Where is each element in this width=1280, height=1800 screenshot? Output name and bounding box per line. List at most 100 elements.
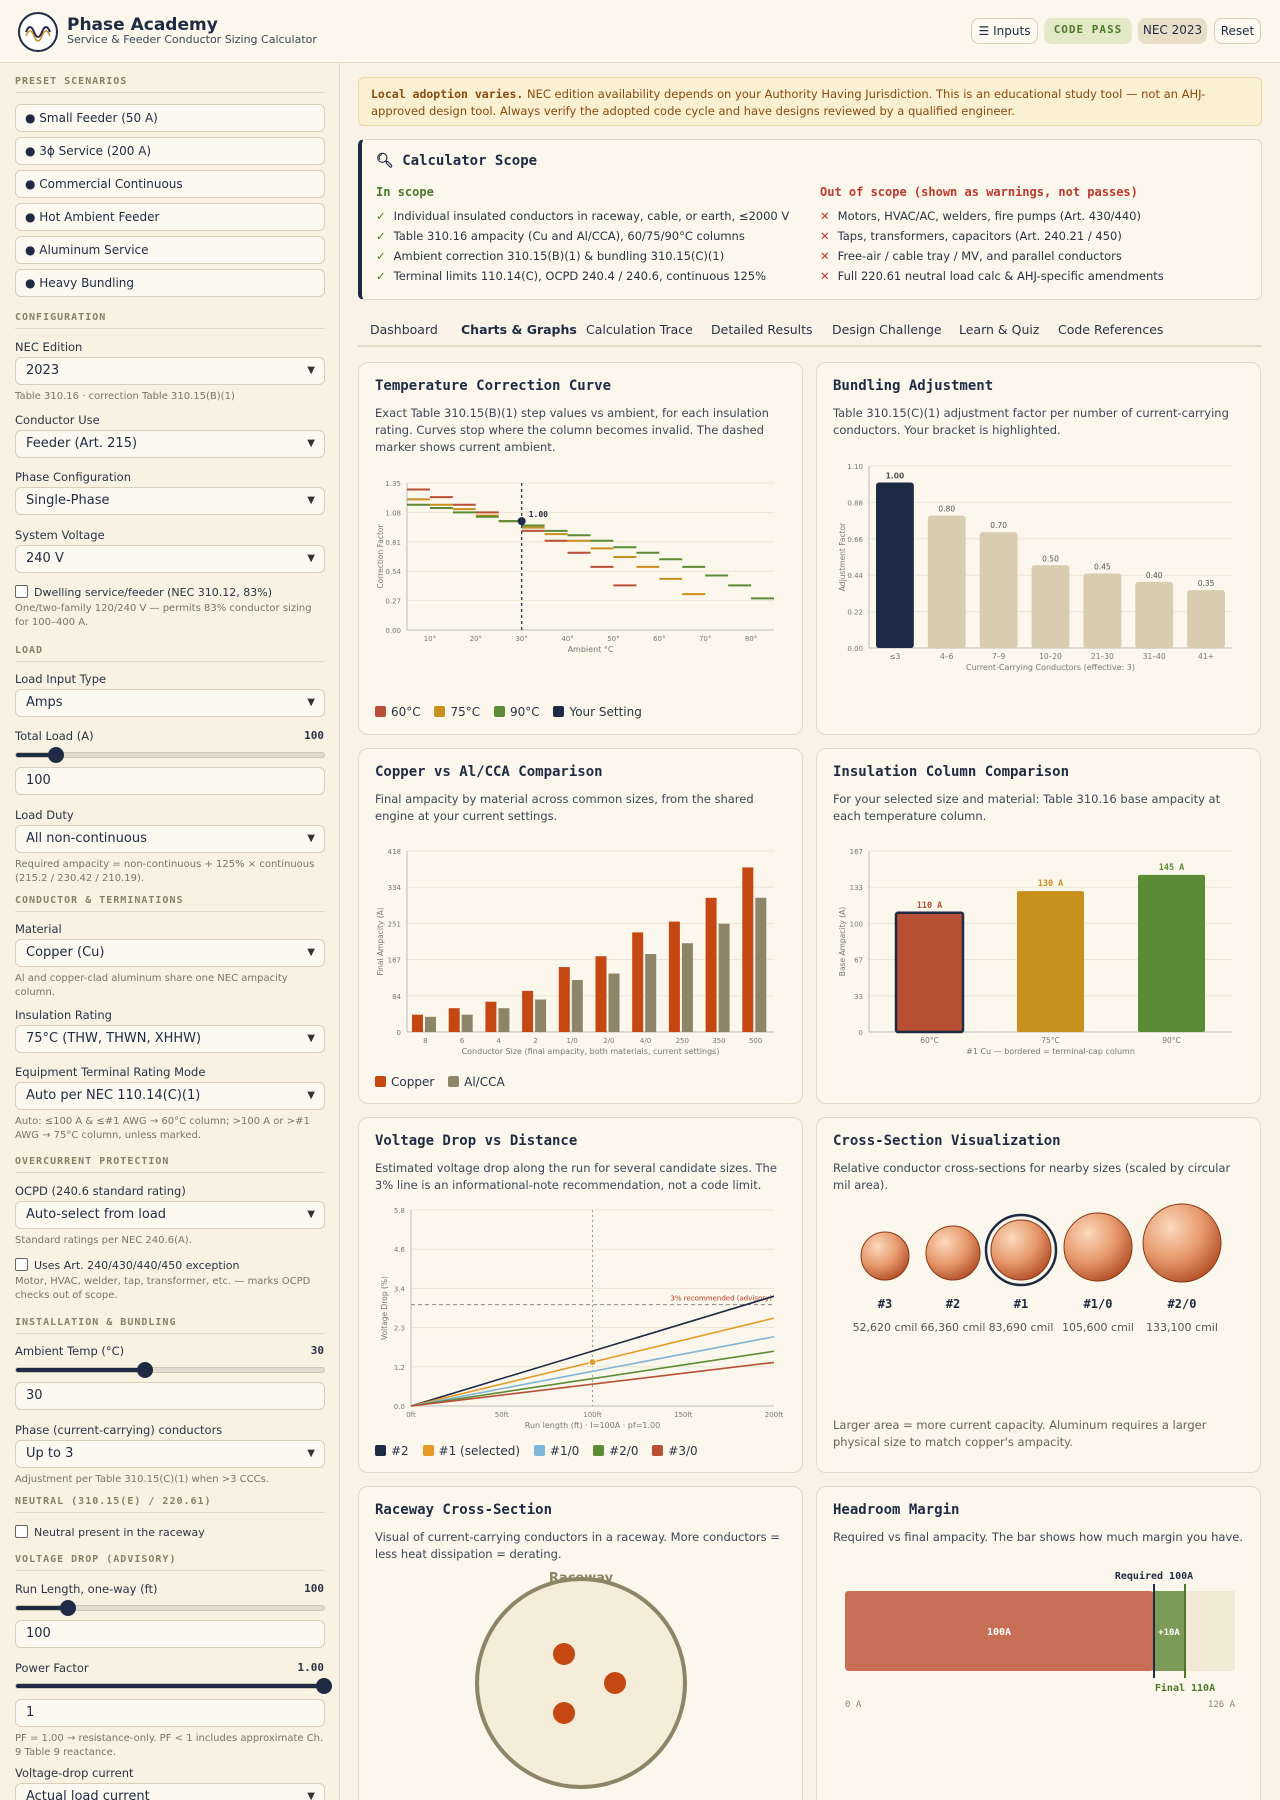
card-title: Raceway Cross-Section [375,1502,553,1518]
tab-detailed-results[interactable]: Detailed Results [711,322,813,337]
x-tick-label: 60° [653,635,665,643]
legend-item: Your Setting [553,705,642,719]
checkbox-box[interactable] [15,1525,28,1538]
tab-charts[interactable]: Charts & Graphs [461,322,577,337]
y-tick-label: 418 [388,848,401,856]
x-tick-label: 60°C [920,1036,939,1045]
insulation-card: 0 33 67 100 133 167 #1 Cu — bordered = termina… [816,748,1261,1104]
pf-slider[interactable] [15,1678,332,1694]
preset-commercial-continuous[interactable]: ● Commercial Continuous [15,170,325,198]
ambient-slider[interactable] [15,1362,325,1378]
terminal-select[interactable]: Auto per NEC 110.14(C)(1) ▼ [15,1082,325,1110]
legend-label: #1 (selected) [438,1444,521,1458]
y-axis-label: Final Ampacity (A) [376,907,385,975]
conductor-circle [925,1225,981,1281]
tab-learn-quiz[interactable]: Learn & Quiz [959,322,1039,337]
slider-knob[interactable] [60,1600,77,1616]
legend-swatch [493,706,505,717]
size-label: #1 [1014,1297,1028,1311]
nec-edition-select[interactable]: 2023 ▼ [15,357,325,385]
conductor-dot [553,1702,575,1724]
preset-small-feeder[interactable]: ● Small Feeder (50 A) [15,104,325,132]
ambient-input[interactable]: 30 [15,1382,325,1410]
ccc-select[interactable]: Up to 3 ▼ [15,1440,325,1468]
app-subtitle: Service & Feeder Conductor Sizing Calcul… [67,33,317,46]
chart-legend: #2 #1 (selected) #1/0 #2/0 #3/0 [375,1444,708,1458]
y-tick-label: 1.10 [847,463,863,471]
bar [718,923,730,1032]
run-length-slider[interactable] [15,1600,325,1616]
legend-label: Al/CCA [464,1075,505,1089]
legend-item: #2 [375,1444,409,1458]
pf-input[interactable]: 1 [15,1699,325,1727]
ocpd-label: OCPD (240.6 standard rating) [15,1184,186,1198]
load-duty-select[interactable]: All non-continuous ▼ [15,825,325,853]
legend-label: #3/0 [668,1444,698,1458]
logo [18,12,58,52]
chevron-down-icon: ▼ [307,833,315,844]
chevron-down-icon: ▼ [307,947,315,958]
neutral-checkbox[interactable]: Neutral present in the raceway [15,1525,205,1539]
install-section-title: INSTALLATION & BUNDLING [15,1317,325,1334]
pf-hint: PF = 1.00 → resistance-only. PF < 1 incl… [15,1733,324,1758]
load-type-value: Amps [26,695,63,710]
total-load-label: Total Load (A) [15,729,94,743]
bar [742,867,754,1032]
vd-current-select[interactable]: Actual load current ▼ [15,1783,325,1800]
slider-knob[interactable] [48,747,65,763]
phase-value: Single-Phase [26,493,110,508]
in-scope-item: ✓ Ambient correction 310.15(B)(1) & bundl… [376,249,724,263]
voltage-select[interactable]: 240 V ▼ [15,545,325,573]
chevron-down-icon: ▼ [307,553,315,564]
inputs-button[interactable]: ☰ Inputs [971,18,1038,44]
total-load-slider[interactable] [15,747,325,763]
tab-calculation-trace[interactable]: Calculation Trace [586,322,693,337]
card-description: Estimated voltage drop along the run for… [375,1161,777,1192]
min-label: 0 A [845,1700,862,1710]
bar-value-label: 110 A [917,901,943,911]
conductor-use-select[interactable]: Feeder (Art. 215) ▼ [15,430,325,458]
conductor-use-value: Feeder (Art. 215) [26,436,138,451]
cross-section-card: #3 #2 #1 #1/0 #2/0 52,620 cmil 66,360 cm… [816,1117,1261,1473]
ocpd-select[interactable]: Auto-select from load ▼ [15,1201,325,1229]
nec-edition-label: NEC Edition [15,340,83,354]
y-tick-label: 84 [392,993,401,1001]
tab-design-challenge[interactable]: Design Challenge [832,322,942,337]
bar [1083,573,1122,648]
preset-hot-ambient[interactable]: ● Hot Ambient Feeder [15,203,325,231]
y-axis-label: Voltage Drop (%) [380,1276,389,1340]
y-tick-label: 4.6 [394,1246,406,1254]
load-type-select[interactable]: Amps ▼ [15,689,325,717]
dwelling-checkbox[interactable]: Dwelling service/feeder (NEC 310.12, 83%… [15,585,272,599]
y-tick-label: 167 [850,848,863,856]
preset-aluminum-service[interactable]: ● Aluminum Service [15,236,325,264]
check-icon: ✓ [376,209,386,223]
x-tick-label: 100ft [583,1411,602,1419]
terminal-hint: Auto: ≤100 A & ≤#1 AWG → 60°C column; >1… [15,1116,310,1141]
preset-heavy-bundling[interactable]: ● Heavy Bundling [15,269,325,297]
y-tick-label: 2.3 [394,1325,405,1333]
preset-3phase-service[interactable]: ● 3ϕ Service (200 A) [15,137,325,165]
slider-knob[interactable] [316,1678,332,1694]
load-type-label: Load Input Type [15,672,107,686]
checkbox-box[interactable] [15,1258,28,1271]
tab-dashboard[interactable]: Dashboard [370,322,438,337]
reset-button[interactable]: Reset [1214,18,1261,44]
insulation-select[interactable]: 75°C (THW, THWN, XHHW) ▼ [15,1025,325,1053]
total-load-input[interactable]: 100 [15,767,325,795]
exception-checkbox[interactable]: Uses Art. 240/430/440/450 exception [15,1258,240,1272]
bar [571,980,583,1032]
bar [1187,590,1225,648]
checkbox-box[interactable] [15,585,28,598]
slider-knob[interactable] [137,1362,154,1378]
phase-select[interactable]: Single-Phase ▼ [15,487,325,515]
x-tick-label: 90°C [1162,1036,1181,1045]
y-tick-label: 0.00 [847,645,863,653]
y-tick-label: 100 [850,920,863,928]
main-content: Local adoption varies. NEC edition avail… [340,63,1280,1800]
ccc-label: Phase (current-carrying) conductors [15,1423,223,1437]
tab-code-references[interactable]: Code References [1058,322,1163,337]
run-length-input[interactable]: 100 [15,1620,325,1648]
material-select[interactable]: Copper (Cu) ▼ [15,939,325,967]
selected-point [588,1358,597,1367]
